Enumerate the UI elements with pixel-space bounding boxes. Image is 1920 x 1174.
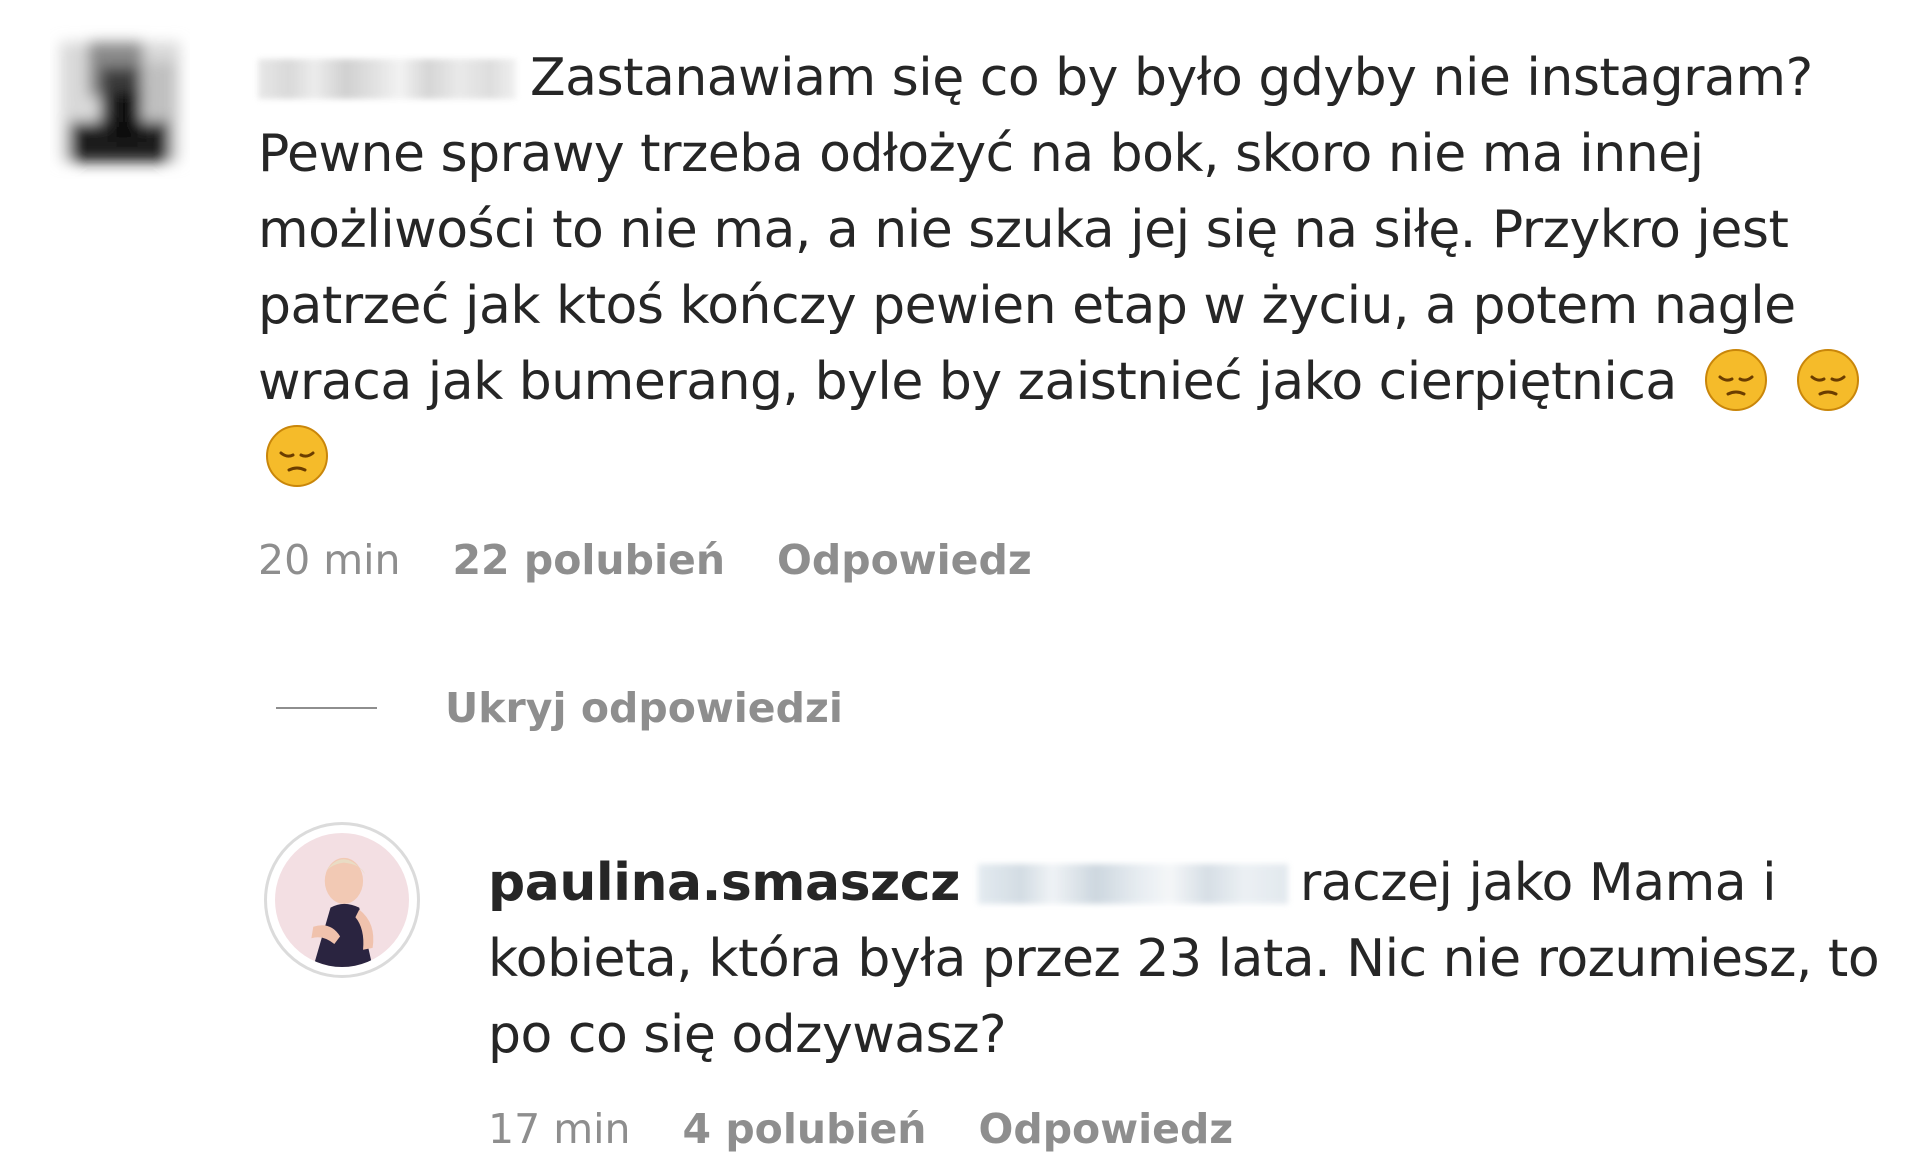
pensive-face-icon [1795, 347, 1861, 413]
reply-username[interactable]: paulina.smaszcz [488, 853, 960, 913]
reply-reply-button[interactable]: Odpowiedz [979, 1105, 1234, 1153]
reply-likes-count[interactable]: 4 polubień [683, 1105, 927, 1153]
reply-body: paulina.smaszcz raczej jako Mama i kobiet… [488, 845, 1888, 1073]
reply-meta: 17 min 4 polubień Odpowiedz [488, 1105, 1285, 1153]
pensive-face-icon [1703, 347, 1769, 413]
mention-blurred[interactable] [977, 864, 1288, 904]
pensive-face-icon [264, 423, 330, 489]
comment-text: Zastanawiam się co by było gdyby nie ins… [258, 48, 1813, 412]
commenter-avatar-blurred[interactable] [50, 22, 190, 182]
hide-replies-label[interactable]: Ukryj odpowiedzi [445, 684, 843, 732]
commenter-username-blurred[interactable] [258, 59, 516, 99]
reply-timestamp[interactable]: 17 min [488, 1105, 631, 1153]
comment-reply-button[interactable]: Odpowiedz [777, 536, 1032, 584]
comment-body: Zastanawiam się co by było gdyby nie ins… [258, 40, 1898, 496]
reply-avatar[interactable] [264, 822, 420, 978]
comment-timestamp[interactable]: 20 min [258, 536, 401, 584]
comment-likes-count[interactable]: 22 polubień [453, 536, 726, 584]
hide-replies-button[interactable]: Ukryj odpowiedzi [276, 683, 843, 733]
replies-divider-line [276, 707, 377, 709]
comment-meta: 20 min 22 polubień Odpowiedz [258, 536, 1084, 584]
